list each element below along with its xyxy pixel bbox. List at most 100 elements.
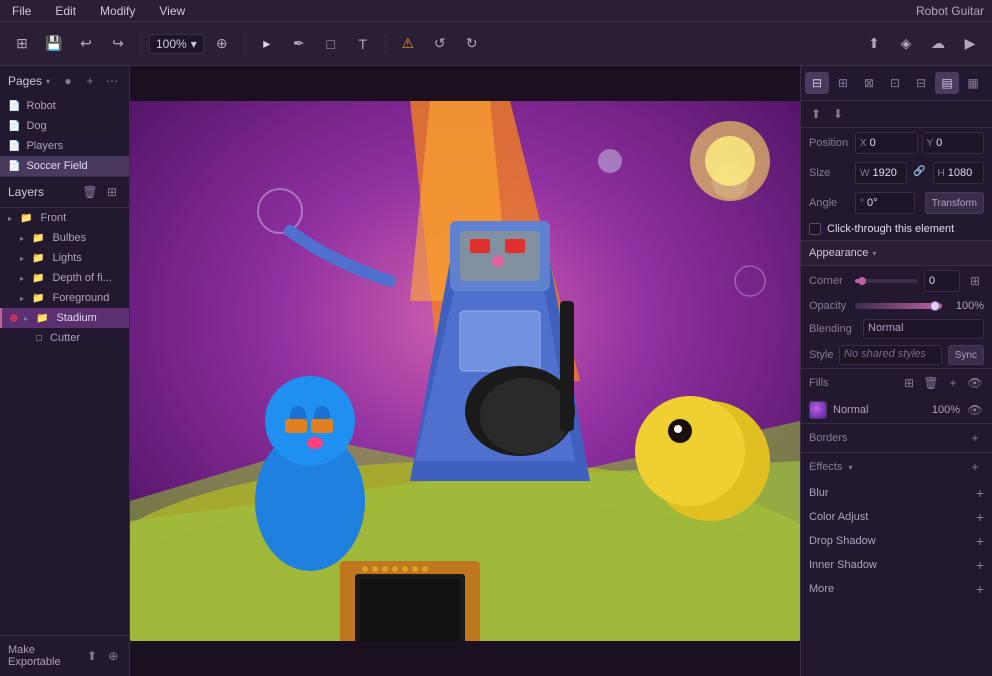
fill-visibility-icon[interactable]: 👁 <box>966 401 984 419</box>
layer-bulbes[interactable]: ▸ 📁 Bulbes <box>0 228 129 248</box>
fills-hide-icon[interactable]: 👁 <box>966 374 984 392</box>
rpanel-action-2[interactable]: ⬇ <box>829 105 847 123</box>
transform-button[interactable]: Transform <box>925 192 984 214</box>
zoom-value: 100% <box>156 37 187 51</box>
layer-stadium[interactable]: ▸ 📁 Stadium <box>0 308 129 328</box>
toolbar-save[interactable]: 💾 <box>40 30 68 58</box>
rpanel-tab-tidy[interactable]: ▤ <box>935 72 959 94</box>
toolbar-new[interactable]: ⊞ <box>8 30 36 58</box>
effect-drop-shadow[interactable]: Drop Shadow + <box>801 529 992 553</box>
toolbar-warn[interactable]: ⚠ <box>394 30 422 58</box>
sync-button[interactable]: Sync <box>948 345 984 365</box>
toolbar-undo[interactable]: ↩ <box>72 30 100 58</box>
effect-blur[interactable]: Blur + <box>801 481 992 505</box>
toolbar-pen[interactable]: ✒ <box>285 30 313 58</box>
lock-ratio-icon[interactable]: 🔗 <box>911 162 929 180</box>
make-exportable-label: Make Exportable <box>8 644 78 668</box>
pages-add[interactable]: + <box>81 72 99 90</box>
layer-cutter[interactable]: □ Cutter <box>0 328 129 348</box>
make-exportable[interactable]: Make Exportable ⬆ ⊕ <box>0 635 129 676</box>
rpanel-tab-dist-v[interactable]: ⊟ <box>909 72 933 94</box>
fills-delete-icon[interactable]: 🗑 <box>922 374 940 392</box>
pages-more[interactable]: ⋯ <box>103 72 121 90</box>
rpanel-tab-align-left[interactable]: ⊟ <box>805 72 829 94</box>
toolbar-refresh[interactable]: ↺ <box>426 30 454 58</box>
layer-name-cutter: Cutter <box>50 332 80 344</box>
layers-delete[interactable]: 🗑 <box>81 183 99 201</box>
appearance-arrow: ▾ <box>872 249 876 258</box>
fills-add-icon[interactable]: + <box>944 374 962 392</box>
effect-more[interactable]: More + <box>801 577 992 601</box>
toolbar-refresh2[interactable]: ↻ <box>458 30 486 58</box>
appearance-section[interactable]: Appearance ▾ <box>801 240 992 266</box>
effects-add-icon[interactable]: + <box>966 458 984 476</box>
corner-value: 0 <box>929 275 935 287</box>
size-w-field[interactable]: W 1920 <box>855 162 907 184</box>
more-add-icon[interactable]: + <box>976 581 984 597</box>
layer-arrow-front: ▸ <box>8 214 12 223</box>
click-through-checkbox[interactable] <box>809 223 821 235</box>
color-adjust-add-icon[interactable]: + <box>976 509 984 525</box>
blending-row: Blending Normal <box>801 316 992 342</box>
fill-color-swatch[interactable] <box>809 401 827 419</box>
effect-color-adjust[interactable]: Color Adjust + <box>801 505 992 529</box>
toolbar-redo[interactable]: ↪ <box>104 30 132 58</box>
layer-name-foreground: Foreground <box>52 292 109 304</box>
toolbar-export[interactable]: ⬆ <box>860 30 888 58</box>
rpanel-tab-more[interactable]: ▦ <box>961 72 985 94</box>
layer-name-stadium: Stadium <box>56 312 96 324</box>
toolbar-sep-3 <box>385 34 386 54</box>
toolbar-play[interactable]: ▶ <box>956 30 984 58</box>
fills-settings-icon[interactable]: ⊞ <box>900 374 918 392</box>
effect-inner-shadow[interactable]: Inner Shadow + <box>801 553 992 577</box>
page-item-soccer-field[interactable]: 📄 Soccer Field <box>0 156 129 176</box>
page-doc-icon: 📄 <box>8 101 20 112</box>
menu-view[interactable]: View <box>155 2 189 20</box>
corner-slider[interactable] <box>855 279 918 283</box>
corner-settings-icon[interactable]: ⊞ <box>966 272 984 290</box>
position-y-field[interactable]: Y 0 <box>922 132 985 154</box>
angle-field[interactable]: ° 0° <box>855 192 915 214</box>
style-select[interactable]: No shared styles <box>839 345 942 365</box>
menu-modify[interactable]: Modify <box>96 2 139 20</box>
toolbar-shape[interactable]: □ <box>317 30 345 58</box>
blur-add-icon[interactable]: + <box>976 485 984 501</box>
h-value: 1080 <box>948 167 972 179</box>
fills-actions: ⊞ 🗑 + 👁 <box>900 374 984 392</box>
rpanel-tab-align-center[interactable]: ⊞ <box>831 72 855 94</box>
exportable-upload-icon[interactable]: ⬆ <box>84 647 99 665</box>
layer-depth[interactable]: ▸ 📁 Depth of fi... <box>0 268 129 288</box>
rpanel-action-1[interactable]: ⬆ <box>807 105 825 123</box>
menu-edit[interactable]: Edit <box>51 2 80 20</box>
size-row: Size W 1920 🔗 H 1080 <box>801 158 992 188</box>
page-item-robot[interactable]: 📄 Robot <box>0 96 129 116</box>
drop-shadow-add-icon[interactable]: + <box>976 533 984 549</box>
pages-dot-menu[interactable]: ● <box>59 72 77 90</box>
canvas-area[interactable] <box>130 66 800 676</box>
layers-add-group[interactable]: ⊞ <box>103 183 121 201</box>
toolbar-fit[interactable]: ⊕ <box>208 30 236 58</box>
size-h-field[interactable]: H 1080 <box>933 162 985 184</box>
position-x-field[interactable]: X 0 <box>855 132 918 154</box>
borders-add-icon[interactable]: + <box>966 429 984 447</box>
menu-file[interactable]: File <box>8 2 35 20</box>
layer-lights[interactable]: ▸ 📁 Lights <box>0 248 129 268</box>
rpanel-tab-dist-h[interactable]: ⊡ <box>883 72 907 94</box>
corner-value-field[interactable]: 0 <box>924 270 960 292</box>
fills-title: Fills <box>809 377 829 389</box>
layer-front[interactable]: ▸ 📁 Front <box>0 208 129 228</box>
page-item-players[interactable]: 📄 Players <box>0 136 129 156</box>
layer-foreground[interactable]: ▸ 📁 Foreground <box>0 288 129 308</box>
layer-arrow-bulbes: ▸ <box>20 234 24 243</box>
inner-shadow-add-icon[interactable]: + <box>976 557 984 573</box>
toolbar-component[interactable]: ◈ <box>892 30 920 58</box>
toolbar-select[interactable]: ▸ <box>253 30 281 58</box>
page-item-dog[interactable]: 📄 Dog <box>0 116 129 136</box>
toolbar-cloud[interactable]: ☁ <box>924 30 952 58</box>
zoom-control[interactable]: 100% ▾ <box>149 34 204 54</box>
blending-select[interactable]: Normal <box>863 319 984 339</box>
opacity-slider[interactable] <box>855 303 942 309</box>
toolbar-text[interactable]: T <box>349 30 377 58</box>
rpanel-tab-align-right[interactable]: ⊠ <box>857 72 881 94</box>
exportable-add-icon[interactable]: ⊕ <box>106 647 121 665</box>
